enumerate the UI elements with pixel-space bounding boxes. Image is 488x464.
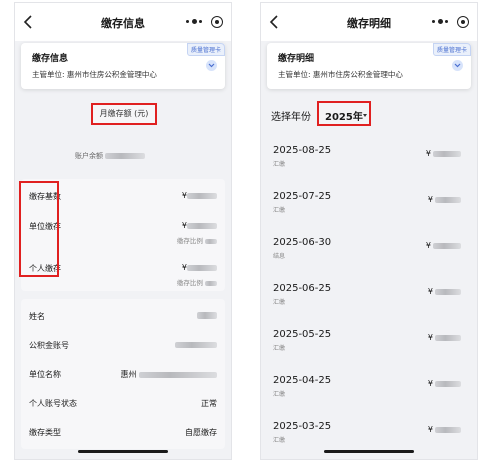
info-card: 缴存信息 主管单位: 惠州市住房公积金管理中心 质量管理卡	[21, 43, 225, 89]
year-filter: 选择年份 2025年	[261, 97, 477, 131]
record-date: 2025-06-25	[273, 283, 332, 294]
record-amount: ¥	[428, 195, 461, 204]
dept-label: 主管单位:	[278, 70, 311, 79]
dept-name: 惠州市住房公积金管理中心	[66, 70, 157, 79]
redacted-value	[433, 242, 461, 249]
year-label: 选择年份	[271, 112, 311, 123]
record-type: 汇缴	[273, 437, 286, 444]
year-select[interactable]: 2025年	[317, 101, 371, 126]
target-icon[interactable]	[457, 16, 469, 28]
name-label: 姓名	[29, 312, 45, 321]
chevron-down-icon[interactable]	[452, 60, 463, 71]
record-date: 2025-03-25	[273, 421, 332, 432]
quality-tag[interactable]: 质量管理卡	[186, 43, 225, 56]
caret-down-icon	[363, 114, 367, 117]
redacted-value	[435, 196, 461, 203]
more-icon[interactable]	[186, 19, 202, 25]
summary-section: 月缴存额 (元) 账户余额	[15, 95, 231, 173]
personal-ratio: 缴存比例	[177, 277, 217, 287]
record-amount: ¥	[428, 287, 461, 296]
record-date: 2025-07-25	[273, 191, 332, 202]
status-value: 正常	[201, 399, 217, 408]
status-label: 个人账号状态	[29, 399, 77, 408]
record-amount: ¥	[426, 241, 461, 250]
record-row[interactable]: 2025-07-25 汇缴 ¥	[261, 181, 477, 227]
record-date: 2025-06-30	[273, 237, 332, 248]
redacted-value	[435, 334, 461, 341]
record-type: 汇缴	[273, 299, 286, 306]
record-amount: ¥	[428, 379, 461, 388]
dept-line: 主管单位: 惠州市住房公积金管理中心	[278, 69, 403, 80]
name-value	[197, 311, 217, 320]
nav-bar: 缴存信息	[15, 3, 231, 41]
dept-label: 主管单位:	[32, 70, 65, 79]
account-panel: 姓名 公积金账号 单位名称 惠州 个人账号状态 正常 缴存类型 自愿缴存	[21, 299, 225, 449]
record-row[interactable]: 2025-06-30 结息 ¥	[261, 227, 477, 273]
dept-name: 惠州市住房公积金管理中心	[312, 70, 403, 79]
record-amount: ¥	[426, 149, 461, 158]
home-indicator	[324, 450, 414, 453]
info-card: 缴存明细 主管单位: 惠州市住房公积金管理中心 质量管理卡	[267, 43, 471, 89]
record-row[interactable]: 2025-08-25 汇缴 ¥	[261, 135, 477, 181]
record-row[interactable]: 2025-04-25 汇缴 ¥	[261, 365, 477, 411]
record-type: 汇缴	[273, 207, 286, 214]
highlight-box-labels	[19, 181, 59, 277]
record-type: 汇缴	[273, 345, 286, 352]
type-label: 缴存类型	[29, 428, 61, 437]
redacted-value	[435, 380, 461, 387]
unit-name-label: 单位名称	[29, 370, 61, 379]
redacted-value	[435, 426, 461, 433]
account-no-value	[175, 340, 217, 349]
unit-value: ¥	[182, 221, 217, 230]
monthly-deposit-label: 月缴存额 (元)	[91, 103, 157, 125]
nav-bar: 缴存明细	[261, 3, 477, 41]
type-value: 自愿缴存	[185, 428, 217, 437]
base-value: ¥	[182, 191, 217, 200]
account-no-label: 公积金账号	[29, 341, 69, 350]
record-row[interactable]: 2025-05-25 汇缴 ¥	[261, 319, 477, 365]
record-amount: ¥	[428, 425, 461, 434]
chevron-down-icon[interactable]	[206, 60, 217, 71]
record-amount: ¥	[428, 333, 461, 342]
record-date: 2025-05-25	[273, 329, 332, 340]
info-card-title: 缴存信息	[32, 54, 69, 64]
balance-label: 账户余额	[75, 152, 103, 160]
year-selected-value: 2025年	[325, 112, 363, 123]
unit-name-value: 惠州	[120, 369, 217, 380]
redacted-value	[435, 288, 461, 295]
record-date: 2025-08-25	[273, 145, 332, 156]
record-type: 汇缴	[273, 161, 286, 168]
dept-line: 主管单位: 惠州市住房公积金管理中心	[32, 69, 157, 80]
redacted-value	[433, 150, 461, 157]
record-date: 2025-04-25	[273, 375, 332, 386]
record-type: 汇缴	[273, 391, 286, 398]
record-type: 结息	[273, 253, 286, 260]
deposit-info-screen: 缴存信息 缴存信息 主管单位: 惠州市住房公积金管理中心 质量管理卡 月缴存额 …	[14, 2, 232, 460]
deposit-detail-screen: 缴存明细 缴存明细 主管单位: 惠州市住房公积金管理中心 质量管理卡 选择年份 …	[260, 2, 478, 460]
quality-tag[interactable]: 质量管理卡	[432, 43, 471, 56]
balance-line: 账户余额	[75, 151, 146, 161]
unit-ratio: 缴存比例	[177, 235, 217, 245]
more-icon[interactable]	[432, 19, 448, 25]
home-indicator	[78, 450, 168, 453]
info-card-title: 缴存明细	[278, 54, 315, 64]
personal-value: ¥	[182, 263, 217, 272]
redacted-value	[105, 153, 146, 159]
target-icon[interactable]	[211, 16, 223, 28]
record-row[interactable]: 2025-06-25 汇缴 ¥	[261, 273, 477, 319]
